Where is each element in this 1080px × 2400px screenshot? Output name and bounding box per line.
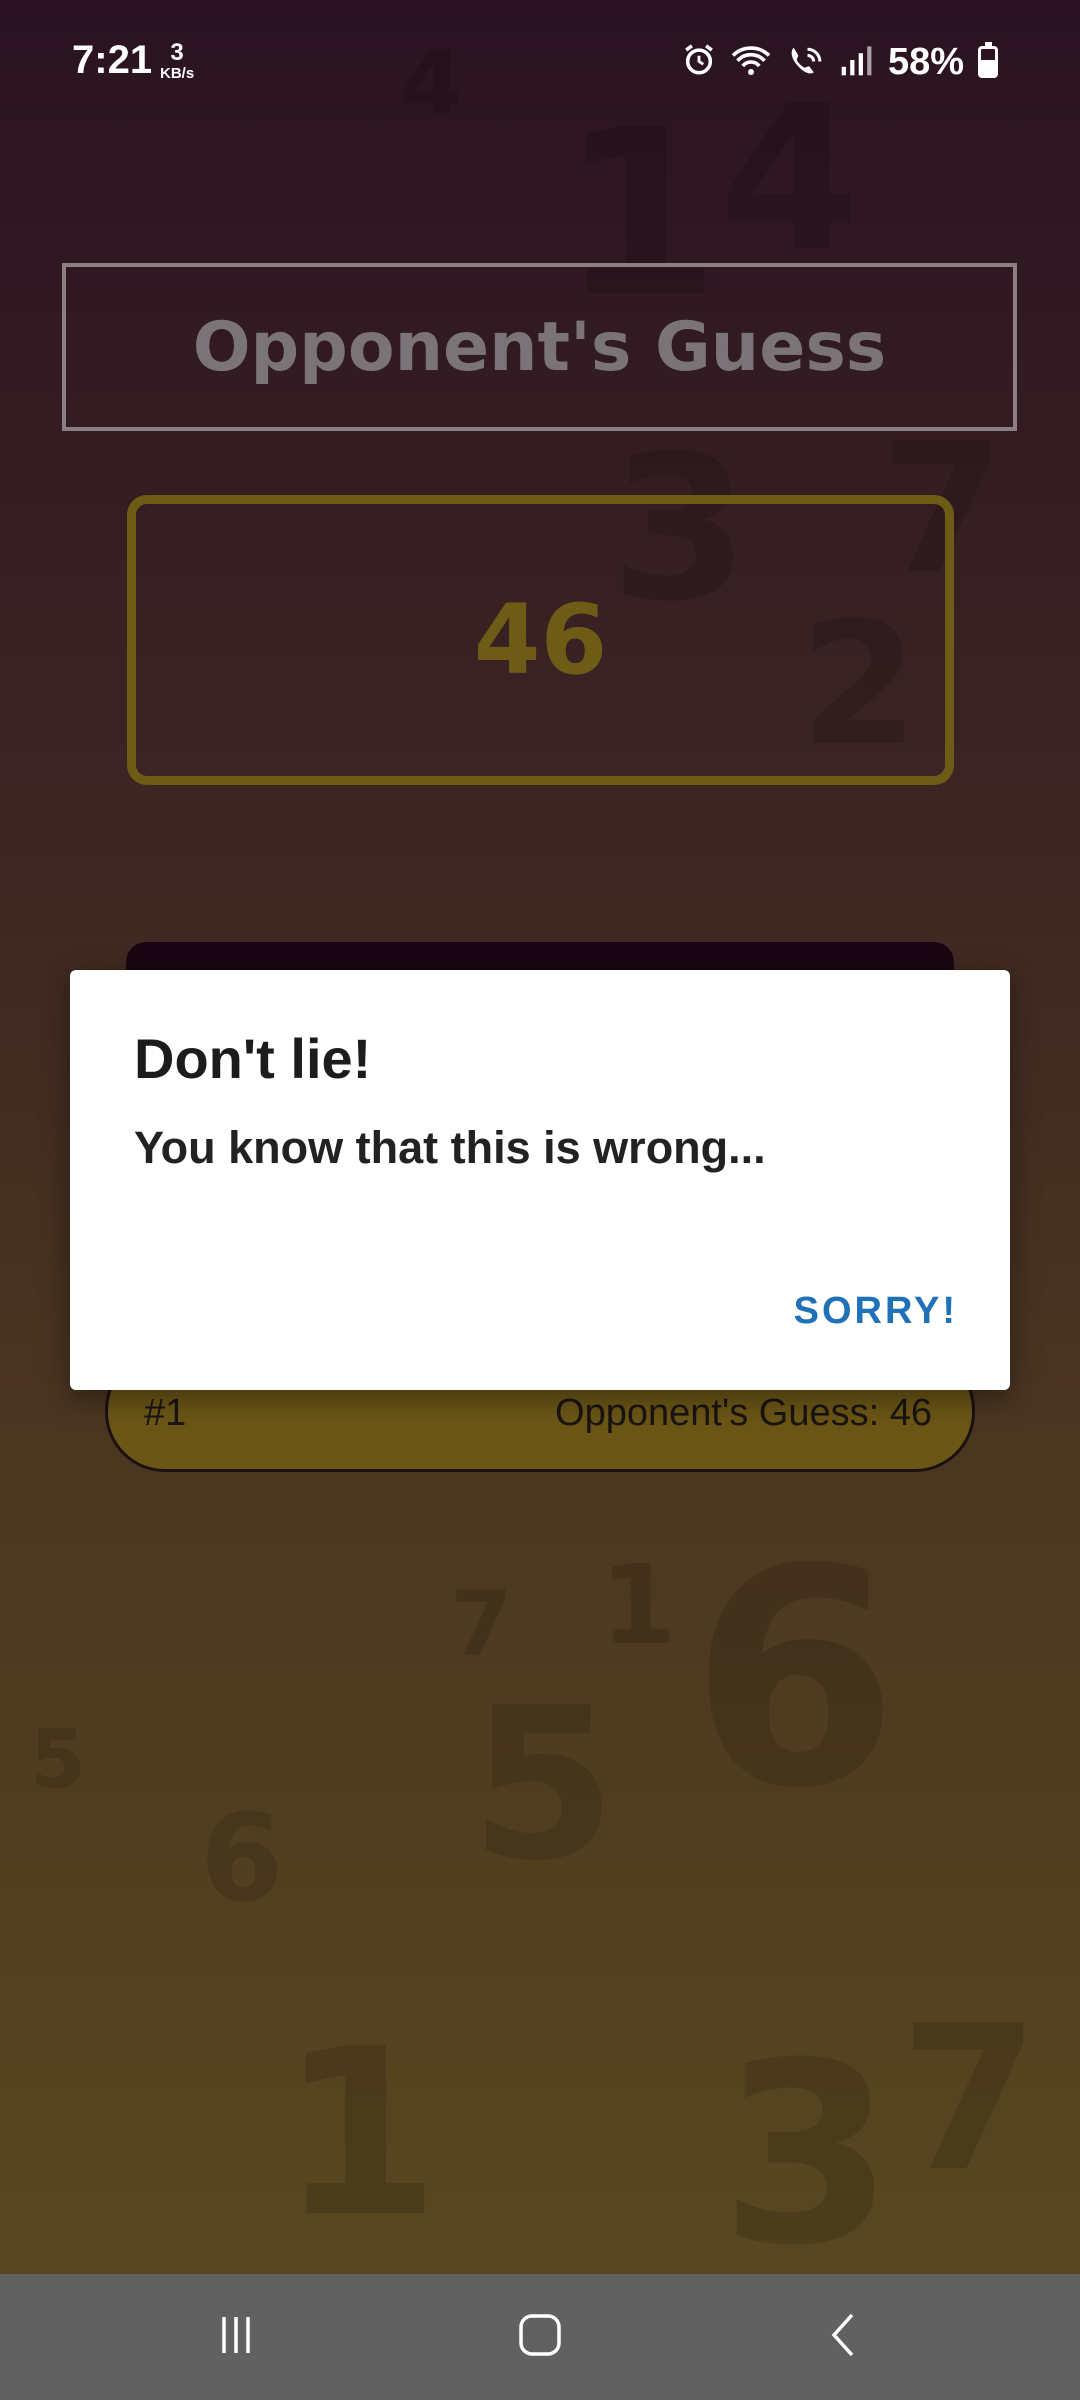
current-guess-box: 46 bbox=[127, 495, 954, 785]
home-button[interactable] bbox=[500, 2304, 580, 2370]
back-button[interactable] bbox=[804, 2304, 884, 2370]
battery-percent: 58% bbox=[887, 40, 964, 83]
wifi-icon bbox=[730, 43, 772, 82]
status-bar: 7:21 3 KB/s 58% bbox=[0, 0, 1080, 120]
dialog-title: Don't lie! bbox=[134, 1027, 372, 1090]
wifi-call-icon bbox=[786, 43, 826, 82]
recents-icon bbox=[214, 2313, 258, 2362]
battery-icon bbox=[978, 42, 998, 78]
network-speed-value: 3 bbox=[170, 39, 184, 66]
network-speed: 3 KB/s bbox=[160, 39, 195, 83]
guess-log-index: #1 bbox=[144, 1392, 187, 1434]
guess-log-text: Opponent's Guess: 46 bbox=[555, 1392, 932, 1434]
home-icon bbox=[516, 2311, 564, 2364]
network-speed-unit: KB/s bbox=[160, 65, 195, 83]
screen-title-box: Opponent's Guess bbox=[62, 263, 1017, 431]
navigation-bar bbox=[0, 2274, 1080, 2400]
status-icons: 58% bbox=[682, 38, 998, 86]
back-icon bbox=[824, 2311, 864, 2364]
status-time: 7:21 bbox=[72, 38, 153, 82]
dialog-message: You know that this is wrong... bbox=[134, 1122, 766, 1173]
screen-title: Opponent's Guess bbox=[192, 307, 887, 387]
alarm-icon bbox=[682, 43, 716, 82]
sorry-button[interactable]: SORRY! bbox=[794, 1290, 958, 1333]
alert-dialog: Don't lie! You know that this is wrong..… bbox=[70, 970, 1010, 1390]
current-guess-number: 46 bbox=[473, 584, 608, 696]
signal-icon bbox=[840, 44, 874, 81]
recents-button[interactable] bbox=[196, 2304, 276, 2370]
